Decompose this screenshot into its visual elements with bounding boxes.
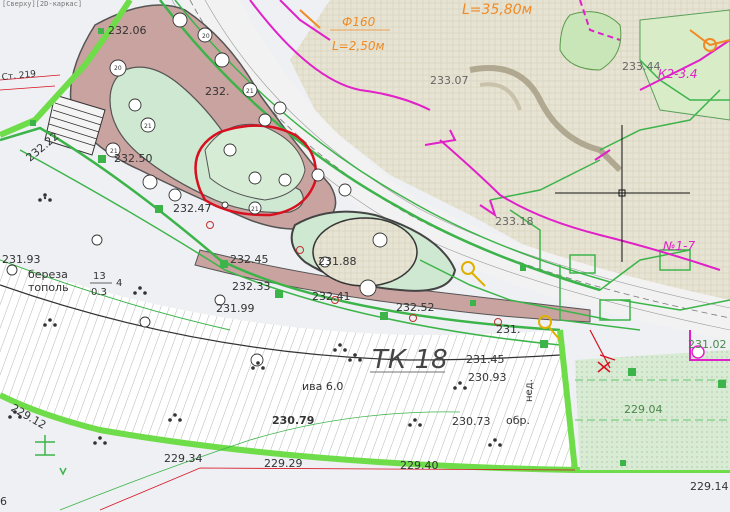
label-obr: обр. <box>506 414 530 427</box>
label-ned: нед. <box>524 379 535 402</box>
svg-text:20: 20 <box>114 65 122 72</box>
elevation-232-47: 232.47 <box>173 202 212 215</box>
elevation-231-45: 231.45 <box>466 353 505 366</box>
pipe-diameter-label: Ф160 <box>342 15 376 29</box>
elevation-229-04: 229.04 <box>624 403 663 416</box>
tree-label-iva: ива 6.0 <box>302 380 343 393</box>
elevation-232-41: 232.41 <box>312 290 351 303</box>
ratio-denominator: 0.3 <box>91 287 107 298</box>
elevation-229-34: 229.34 <box>164 452 203 465</box>
n17-label: №1-7 <box>662 239 695 253</box>
k2-label: К2-3.4 <box>658 67 698 81</box>
elevation-232-45: 232.45 <box>230 253 269 266</box>
elevation-232-partial: 232. <box>205 85 230 98</box>
tk-chamber-label: ТК 18 <box>372 345 448 375</box>
elevation-230-93: 230.93 <box>468 371 507 384</box>
pipe-length-label-1: L=2,50м <box>332 39 385 53</box>
elevation-231-02: 231.02 <box>688 338 727 351</box>
svg-text:20: 20 <box>202 33 210 40</box>
pipe-length-label-2: L=35,80м <box>462 2 533 18</box>
elevation-233-07: 233.07 <box>430 74 469 87</box>
elevation-232-52: 232.52 <box>396 301 435 314</box>
elevation-230-79: 230.79 <box>272 414 314 427</box>
elevation-232-06: 232.06 <box>108 24 147 37</box>
ratio-numerator: 13 <box>93 271 106 282</box>
ratio-count: 4 <box>116 278 122 289</box>
label-st: Ст. 219 <box>1 69 37 83</box>
benchmark-symbol <box>35 435 67 476</box>
elevation-231-88: 231.88 <box>318 255 357 268</box>
elevation-231-99: 231.99 <box>216 302 255 315</box>
elevation-229-14: 229.14 <box>690 480 729 493</box>
tree-label-bereza: береза <box>28 268 68 281</box>
svg-text:21: 21 <box>144 123 152 130</box>
elevation-231-partial: 231. <box>496 323 521 336</box>
elevation-232-50: 232.50 <box>114 152 153 165</box>
svg-text:21: 21 <box>246 88 254 95</box>
elevation-232-22: 232.22 <box>24 130 62 165</box>
elevation-231-93: 231.93 <box>2 253 41 266</box>
elevation-232-33: 232.33 <box>232 280 271 293</box>
elevation-fragment: 6 <box>0 495 7 508</box>
tree-label-topol: тополь <box>28 281 69 294</box>
elevation-233-18: 233.18 <box>495 215 534 228</box>
elevation-230-73: 230.73 <box>452 415 491 428</box>
svg-text:21: 21 <box>251 206 259 213</box>
elevation-229-29: 229.29 <box>264 457 303 470</box>
elevation-229-40: 229.40 <box>400 459 439 472</box>
cad-drawing-canvas[interactable]: 20 20 21 21 21 21 ТК 18 Ф160 L=2,50м L=3… <box>0 0 730 512</box>
elevation-233-44: 233.44 <box>622 60 661 73</box>
